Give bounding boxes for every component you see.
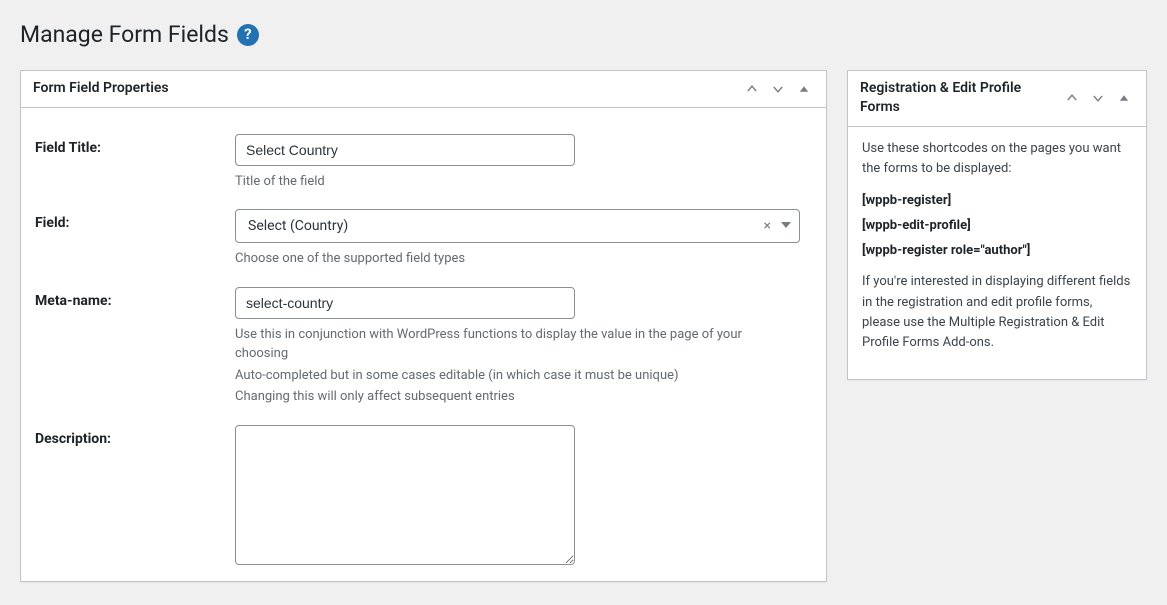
description-textarea[interactable] xyxy=(235,425,575,565)
panel-header: Form Field Properties xyxy=(21,71,826,108)
shortcode-item: [wppb-register role="author"] xyxy=(862,243,1132,258)
label-field-title: Field Title: xyxy=(35,134,235,156)
toggle-panel-button[interactable] xyxy=(794,79,814,99)
help-icon[interactable]: ? xyxy=(237,24,259,46)
shortcode-item: [wppb-register] xyxy=(862,193,1132,208)
page-title: Manage Form Fields ? xyxy=(20,20,1147,50)
chevron-down-icon xyxy=(781,218,791,234)
move-down-button[interactable] xyxy=(768,79,788,99)
field-title-input[interactable] xyxy=(235,134,575,166)
side-move-up-button[interactable] xyxy=(1062,88,1082,108)
side-intro-text: Use these shortcodes on the pages you wa… xyxy=(862,139,1132,179)
page-title-text: Manage Form Fields xyxy=(20,20,229,50)
side-panel-header: Registration & Edit Profile Forms xyxy=(848,71,1146,127)
side-outro-text: If you're interested in displaying diffe… xyxy=(862,272,1132,353)
help-meta-name-2: Auto-completed but in some cases editabl… xyxy=(235,366,795,386)
side-toggle-panel-button[interactable] xyxy=(1114,88,1134,108)
row-field-type: Field: Select (Country) × Choose one o xyxy=(35,209,812,269)
row-description: Description: xyxy=(35,425,812,569)
shortcode-list: [wppb-register] [wppb-edit-profile] [wpp… xyxy=(862,193,1132,258)
row-meta-name: Meta-name: Use this in conjunction with … xyxy=(35,287,812,407)
help-meta-name-3: Changing this will only affect subsequen… xyxy=(235,387,795,407)
label-meta-name: Meta-name: xyxy=(35,287,235,309)
shortcode-item: [wppb-edit-profile] xyxy=(862,218,1132,233)
help-meta-name-1: Use this in conjunction with WordPress f… xyxy=(235,325,795,364)
side-move-down-button[interactable] xyxy=(1088,88,1108,108)
side-panel-title: Registration & Edit Profile Forms xyxy=(860,79,1050,118)
label-description: Description: xyxy=(35,425,235,447)
row-field-title: Field Title: Title of the field xyxy=(35,134,812,192)
field-type-value: Select (Country) xyxy=(248,218,348,234)
help-field-type: Choose one of the supported field types xyxy=(235,249,795,269)
help-field-title: Title of the field xyxy=(235,172,795,192)
field-type-select[interactable]: Select (Country) × xyxy=(235,209,800,243)
form-field-properties-panel: Form Field Properties Field Title: xyxy=(20,70,827,582)
panel-title: Form Field Properties xyxy=(33,79,169,99)
meta-name-input[interactable] xyxy=(235,287,575,319)
clear-field-type-icon[interactable]: × xyxy=(760,218,775,234)
move-up-button[interactable] xyxy=(742,79,762,99)
label-field-type: Field: xyxy=(35,209,235,231)
registration-forms-panel: Registration & Edit Profile Forms Use th… xyxy=(847,70,1147,380)
